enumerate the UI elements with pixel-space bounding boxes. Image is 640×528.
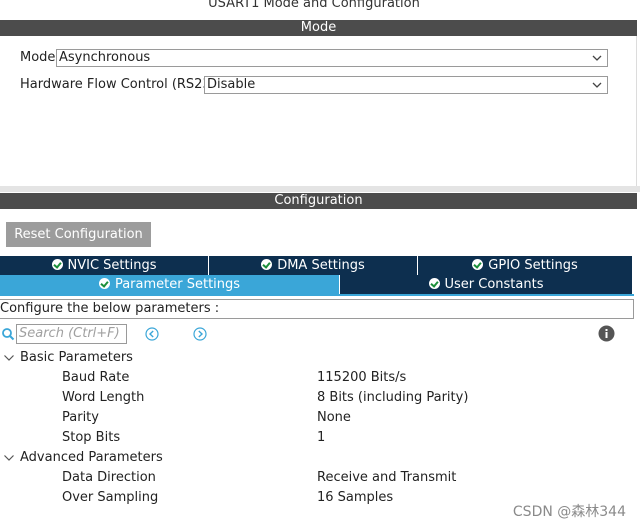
param-label: Word Length	[62, 390, 145, 405]
tab-label: User Constants	[444, 277, 544, 292]
param-value[interactable]: 115200 Bits/s	[317, 370, 406, 385]
search-icon	[2, 328, 15, 341]
flow-control-select[interactable]: Disable	[204, 76, 608, 94]
tab-parameter-settings[interactable]: Parameter Settings	[0, 275, 339, 294]
tab-label: DMA Settings	[277, 258, 365, 273]
basic-parameters-group[interactable]: Basic Parameters	[20, 350, 133, 365]
check-circle-icon	[98, 278, 110, 289]
check-circle-icon	[261, 259, 273, 270]
tab-label: Parameter Settings	[114, 277, 241, 292]
tab-user-constants[interactable]: User Constants	[340, 275, 632, 294]
check-circle-icon	[428, 278, 440, 289]
check-circle-icon	[472, 259, 484, 270]
param-label: Data Direction	[62, 470, 156, 485]
param-label: Stop Bits	[62, 430, 121, 445]
section-separator	[0, 186, 640, 192]
search-input[interactable]: Search (Ctrl+F)	[16, 324, 127, 344]
nav-next-icon[interactable]	[193, 327, 207, 341]
collapse-icon[interactable]	[3, 453, 15, 463]
tab-gpio-settings[interactable]: GPIO Settings	[418, 256, 632, 275]
configure-parameters-text: Configure the below parameters :	[0, 299, 634, 319]
collapse-icon[interactable]	[3, 353, 15, 363]
param-value[interactable]: None	[317, 410, 351, 425]
configuration-section-header: Configuration	[0, 193, 637, 209]
tab-label: NVIC Settings	[67, 258, 157, 273]
watermark-text: CSDN @森林344	[512, 504, 626, 520]
mode-label: Mode	[20, 50, 56, 65]
tab-label: GPIO Settings	[488, 258, 578, 273]
mode-section-header: Mode	[0, 20, 637, 36]
flow-control-label: Hardware Flow Control (RS232)	[20, 77, 225, 92]
param-label: Baud Rate	[62, 370, 130, 385]
flow-control-value: Disable	[207, 77, 256, 92]
chevron-down-icon	[592, 82, 602, 88]
window-title: USART1 Mode and Configuration	[208, 0, 420, 11]
tab-dma-settings[interactable]: DMA Settings	[209, 256, 417, 275]
param-value[interactable]: 8 Bits (including Parity)	[317, 390, 468, 405]
mode-select[interactable]: Asynchronous	[56, 49, 608, 67]
advanced-parameters-group[interactable]: Advanced Parameters	[20, 450, 163, 465]
param-label: Parity	[62, 410, 99, 425]
reset-configuration-button[interactable]: Reset Configuration	[6, 222, 151, 247]
mode-select-value: Asynchronous	[59, 50, 151, 65]
check-circle-icon	[51, 259, 63, 270]
param-label: Over Sampling	[62, 490, 159, 505]
param-value[interactable]: Receive and Transmit	[317, 470, 456, 485]
chevron-down-icon	[592, 55, 602, 61]
param-value[interactable]: 1	[317, 430, 325, 445]
nav-previous-icon[interactable]	[145, 327, 159, 341]
param-value[interactable]: 16 Samples	[317, 490, 393, 505]
info-icon[interactable]	[598, 325, 615, 342]
tab-underline	[0, 294, 634, 296]
tab-nvic-settings[interactable]: NVIC Settings	[0, 256, 208, 275]
